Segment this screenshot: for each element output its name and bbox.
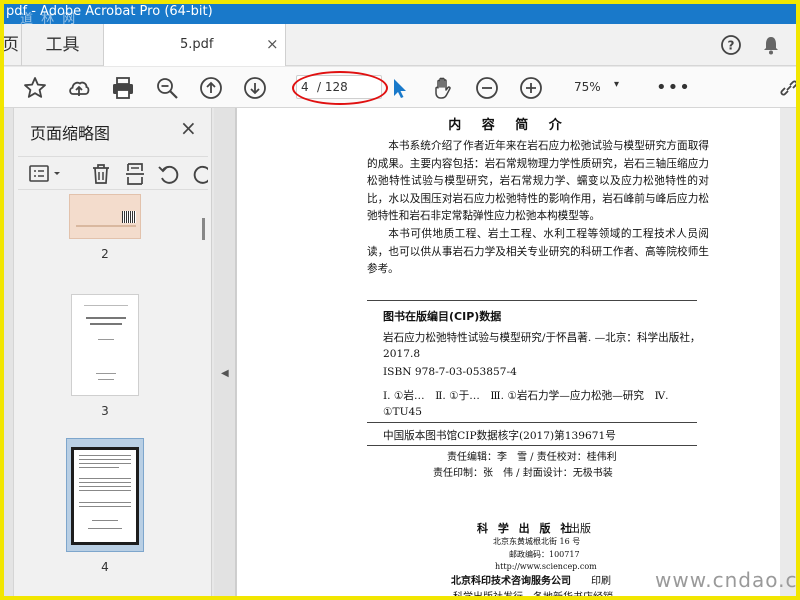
cip-entry: 岩石应力松弛特性试验与模型研究/于怀昌著. —北京：科学出版社，2017.8 [383, 332, 701, 360]
document-scrollbar[interactable] [784, 108, 796, 600]
thumbnail-line [79, 486, 131, 487]
svg-text:?: ? [728, 39, 735, 53]
bookmark-star-icon[interactable] [22, 75, 48, 101]
cip-number: 中国版本图书馆CIP数据核字(2017)第139671号 [383, 430, 616, 442]
publisher-suffix: 出版 [569, 522, 591, 535]
printer-suffix: 印刷 [591, 576, 611, 587]
thumbnail-line [79, 467, 119, 468]
thumbnail-page-4[interactable] [71, 447, 139, 545]
pdf-page: 内 容 简 介 本书系统介绍了作者近年来在岩石应力松弛试验与模型研究方面取得的成… [236, 108, 780, 600]
rotate-clockwise-icon[interactable] [190, 161, 208, 187]
cip-title: 图书在版编目(CIP)数据 [383, 310, 502, 323]
print-credits: 责任印制：张 伟 / 封面设计：无极书装 [433, 468, 613, 479]
tab-bar: 页 工具 5.pdf × ? [0, 24, 800, 66]
divider [367, 422, 697, 423]
document-viewport[interactable]: 内 容 简 介 本书系统介绍了作者近年来在岩石应力松弛试验与模型研究方面取得的成… [214, 108, 800, 600]
panel-rail [4, 108, 14, 600]
tab-tools[interactable]: 工具 [22, 24, 104, 66]
thumbnail-line [84, 305, 128, 306]
zoom-level-dropdown[interactable]: 75% ▾ [560, 75, 632, 99]
thumbnail-line [79, 478, 131, 479]
cip-classification: Ⅰ. ①岩… Ⅱ. ①于… Ⅲ. ①岩石力学—应力松弛—研究 Ⅳ. ①TU45 [383, 390, 669, 418]
thumbnail-line [79, 490, 131, 491]
barcode-graphic [122, 211, 136, 223]
main-toolbar: 4 / 128 75% ▾ ••• [0, 67, 800, 108]
thumbnail-selection[interactable] [66, 438, 144, 552]
print-icon[interactable] [110, 75, 136, 101]
extract-page-icon[interactable] [122, 161, 148, 187]
notifications-bell-icon[interactable] [760, 34, 782, 56]
summary-paragraph-2: 本书可供地质工程、岩土工程、水利工程等领域的工程技术人员阅读，也可以供从事岩石力… [367, 227, 709, 276]
thumbnail-line [98, 339, 114, 340]
publisher-postcode: 邮政编码：100717 [509, 550, 580, 559]
thumbnail-label-4: 4 [101, 560, 109, 574]
thumbnail-line [90, 323, 122, 325]
thumbnail-toolbar [18, 156, 208, 190]
link-icon[interactable] [776, 75, 796, 101]
thumbnail-page-2[interactable] [69, 194, 141, 239]
tab-document[interactable]: 5.pdf × [104, 24, 286, 66]
thumbnail-line [86, 317, 126, 319]
page-heading: 内 容 简 介 [448, 118, 570, 133]
zoom-in-icon[interactable] [518, 75, 544, 101]
more-tools-icon[interactable]: ••• [656, 77, 691, 98]
thumbnail-line [79, 459, 131, 460]
thumbnails-panel: 页面缩略图 × 2 3 4 [4, 108, 212, 600]
tab-document-label: 5.pdf [180, 37, 214, 52]
collapse-panel-icon[interactable]: ◀ [221, 368, 229, 379]
thumbnail-line [79, 463, 131, 464]
thumbnail-label-3: 3 [101, 404, 109, 418]
thumbnail-line [92, 520, 118, 521]
cip-isbn: ISBN 978-7-03-053857-4 [383, 366, 517, 378]
publisher-name: 科 学 出 版 社 [477, 522, 575, 535]
hand-tool-icon[interactable] [430, 75, 456, 101]
printer-name: 北京科印技术咨询服务公司 [451, 576, 571, 587]
thumbnail-scroll-thumb[interactable] [202, 218, 205, 240]
rotate-counterclockwise-icon[interactable] [156, 161, 182, 187]
thumbnail-line [79, 482, 131, 483]
thumbnail-line [98, 379, 114, 380]
thumbnail-line [79, 502, 131, 503]
thumbnail-page-3[interactable] [71, 294, 139, 396]
select-cursor-icon[interactable] [386, 75, 412, 101]
summary-text: 本书系统介绍了作者近年来在岩石应力松弛试验与模型研究方面取得的成果。主要内容包括… [367, 138, 709, 279]
title-bar: pdf - Adobe Acrobat Pro (64-bit) 道 林 网 [0, 0, 800, 27]
tab-home[interactable]: 页 [0, 24, 22, 66]
panel-close-icon[interactable]: × [180, 116, 197, 140]
cloud-upload-icon[interactable] [66, 75, 92, 101]
divider [367, 300, 697, 301]
thumbnail-line [76, 225, 136, 227]
distribution-line: 科学出版社发行 各地新华书店经销 [453, 592, 613, 600]
thumbnail-list: 2 3 4 [18, 194, 198, 600]
zoom-out-icon[interactable] [474, 75, 500, 101]
previous-page-icon[interactable] [198, 75, 224, 101]
summary-paragraph-1: 本书系统介绍了作者近年来在岩石应力松弛试验与模型研究方面取得的成果。主要内容包括… [367, 140, 709, 223]
zoom-out-search-icon[interactable] [154, 75, 180, 101]
publisher-website: http://www.sciencep.com [495, 562, 597, 571]
tab-close-icon[interactable]: × [266, 35, 279, 53]
next-page-icon[interactable] [242, 75, 268, 101]
divider [367, 445, 697, 446]
thumbnail-options-icon[interactable] [28, 161, 64, 187]
publisher-address: 北京东黄城根北街 16 号 [493, 537, 581, 546]
thumbnail-line [88, 528, 122, 529]
thumbnail-scrollbar[interactable] [200, 194, 210, 600]
panel-title: 页面缩略图 [30, 124, 111, 143]
site-watermark-bottom: www.cndao.com [655, 568, 800, 592]
annotation-highlight-ellipse [292, 71, 388, 105]
thumbnail-line [96, 373, 116, 374]
thumbnail-line [79, 506, 131, 507]
delete-page-icon[interactable] [88, 161, 114, 187]
panel-splitter[interactable] [214, 108, 236, 600]
zoom-level-value: 75% [574, 80, 601, 94]
chevron-down-icon: ▾ [614, 79, 620, 90]
thumbnail-label-2: 2 [101, 247, 109, 261]
thumbnail-line [79, 455, 131, 456]
help-icon[interactable]: ? [720, 34, 742, 56]
editor-credits: 责任编辑：李 雪 / 责任校对：桂伟利 [447, 452, 617, 463]
